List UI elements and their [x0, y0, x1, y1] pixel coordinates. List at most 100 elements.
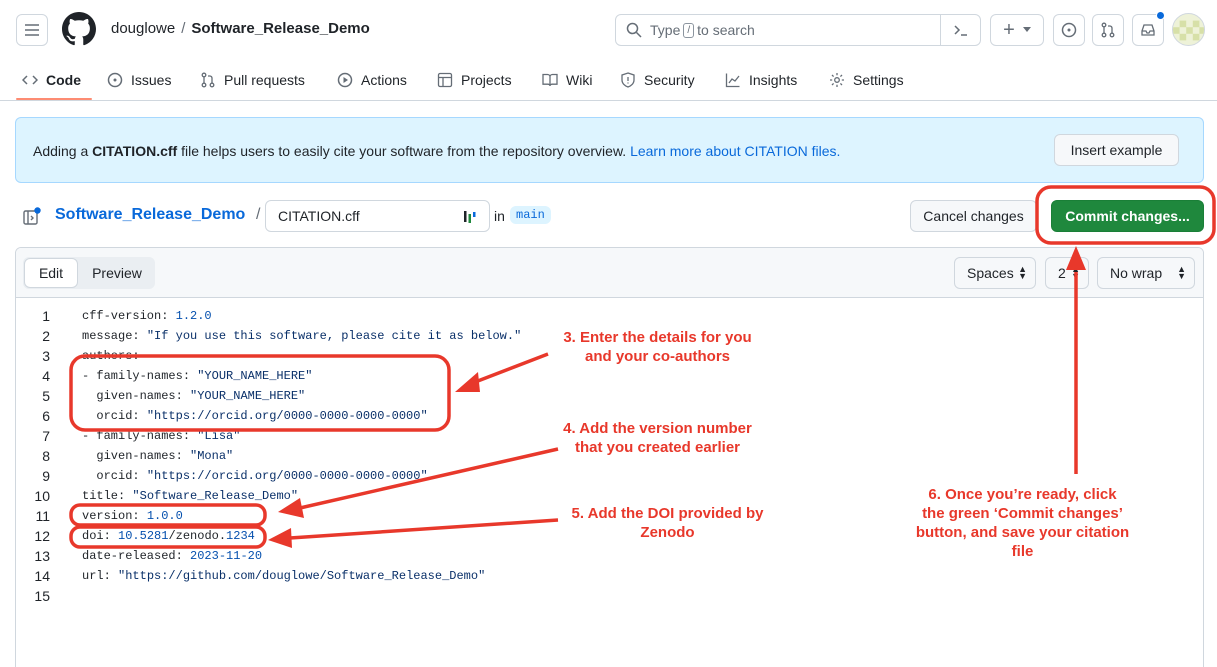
yaml-key: version:: [82, 509, 147, 523]
learn-more-link[interactable]: Learn more about CITATION files.: [630, 143, 840, 159]
create-new-button[interactable]: +: [990, 14, 1044, 46]
repo-name-link[interactable]: Software_Release_Demo: [191, 20, 369, 37]
tab-label: Security: [644, 72, 695, 88]
yaml-key: given-names:: [82, 449, 191, 463]
identicon-icon: [1173, 20, 1204, 41]
branch-in-label: in: [494, 208, 505, 224]
graph-icon: [725, 73, 740, 88]
edit-tab[interactable]: Edit: [24, 258, 78, 288]
tab-settings[interactable]: Settings: [829, 60, 904, 100]
github-logo-icon[interactable]: [62, 12, 96, 46]
annotation-line: and your co-authors: [584, 348, 730, 365]
repo-owner-link[interactable]: douglowe: [111, 20, 175, 37]
yaml-number: 1.0.0: [146, 509, 183, 523]
line-content: url: "https://github.com/douglowe/Softwa…: [82, 566, 485, 586]
wrap-mode-select[interactable]: No wrap ▲ ▼: [1097, 257, 1195, 289]
file-tree-toggle-icon[interactable]: [22, 206, 42, 226]
annotation-line: the green ‘Commit changes’: [922, 505, 1123, 522]
tab-label: Actions: [361, 72, 407, 88]
commit-changes-button[interactable]: Commit changes...: [1051, 200, 1204, 232]
code-line[interactable]: 15: [16, 586, 1203, 606]
shield-icon: [621, 72, 635, 88]
filename-input[interactable]: CITATION.cff: [265, 200, 490, 232]
yaml-number: 10.5281: [118, 529, 169, 543]
issues-button[interactable]: [1053, 14, 1085, 46]
repo-root-link[interactable]: Software_Release_Demo: [55, 206, 245, 224]
tab-label: Wiki: [566, 72, 593, 88]
tab-code[interactable]: Code: [22, 60, 81, 100]
banner-filename: CITATION.cff: [92, 143, 178, 159]
line-number: 7: [42, 428, 50, 444]
pull-request-icon: [201, 72, 215, 88]
avatar[interactable]: [1172, 13, 1205, 46]
line-number: 11: [35, 508, 50, 524]
path-separator: /: [256, 206, 261, 223]
annotation-line: 3. Enter the details for you: [563, 329, 752, 346]
yaml-key: - family-names:: [82, 369, 198, 383]
indent-mode-select[interactable]: Spaces ▲ ▼: [954, 257, 1036, 289]
tab-wiki[interactable]: Wiki: [542, 60, 592, 100]
yaml-key: date-released:: [82, 549, 191, 563]
code-line[interactable]: 4 - family-names: "YOUR_NAME_HERE": [16, 366, 1203, 386]
yaml-key: /zenodo.: [168, 529, 227, 543]
banner-suffix: file helps users to easily cite your sof…: [177, 143, 627, 159]
tab-label: Code: [46, 72, 81, 88]
annotation-step-3: 3. Enter the details for you and your co…: [520, 328, 795, 366]
cancel-changes-button[interactable]: Cancel changes: [910, 200, 1037, 232]
code-line[interactable]: 1 cff-version: 1.2.0: [16, 306, 1203, 326]
tab-actions[interactable]: Actions: [337, 60, 407, 100]
banner-message: Adding a CITATION.cff file helps users t…: [33, 143, 840, 159]
line-content: given-names: "YOUR_NAME_HERE": [82, 386, 305, 406]
line-number: 12: [34, 528, 50, 544]
tab-pull-requests[interactable]: Pull requests: [200, 60, 305, 100]
tab-projects[interactable]: Projects: [437, 60, 512, 100]
line-content: - family-names: "YOUR_NAME_HERE": [82, 366, 312, 386]
yaml-number: 2023-11-20: [190, 549, 263, 563]
menu-button[interactable]: [16, 14, 48, 46]
code-editor: Edit Preview Spaces ▲ ▼ 2 ▲ ▼ No wrap ▲ ▼ 1…: [15, 247, 1204, 667]
line-number: 8: [42, 448, 50, 464]
search-input[interactable]: Type / to search: [615, 14, 981, 46]
insert-example-button[interactable]: Insert example: [1054, 134, 1179, 166]
pull-requests-button[interactable]: [1092, 14, 1124, 46]
line-number: 5: [42, 388, 50, 404]
line-number: 13: [34, 548, 50, 564]
yaml-string: "Software_Release_Demo": [132, 489, 299, 503]
code-line[interactable]: 5 given-names: "YOUR_NAME_HERE": [16, 386, 1203, 406]
search-placeholder-suffix: to search: [697, 22, 755, 38]
annotation-line: that you created earlier: [574, 439, 741, 456]
yaml-string: "https://orcid.org/0000-0000-0000-0000": [146, 469, 428, 483]
select-caret-icon: ▲ ▼: [1177, 264, 1186, 281]
annotation-step-4: 4. Add the version number that you creat…: [520, 419, 795, 457]
inbox-icon: [1141, 24, 1155, 36]
yaml-string: "https://github.com/douglowe/Software_Re…: [118, 569, 486, 583]
indent-size-select[interactable]: 2 ▲ ▼: [1045, 257, 1089, 289]
code-line[interactable]: 14 url: "https://github.com/douglowe/Soft…: [16, 566, 1203, 586]
yaml-key: title:: [82, 489, 133, 503]
tab-issues[interactable]: Issues: [107, 60, 171, 100]
line-content: title: "Software_Release_Demo": [82, 486, 298, 506]
path-separator: /: [181, 20, 186, 37]
line-number: 15: [34, 588, 50, 604]
gear-icon: [830, 73, 844, 87]
line-content: orcid: "https://orcid.org/0000-0000-0000…: [82, 466, 428, 486]
yaml-string: "If you use this software, please cite i…: [146, 329, 522, 343]
hamburger-icon: [25, 24, 39, 36]
branch-name[interactable]: main: [510, 206, 551, 224]
indent-mode-value: Spaces: [967, 265, 1014, 281]
line-content: message: "If you use this software, plea…: [82, 326, 521, 346]
yaml-key: message:: [82, 329, 147, 343]
annotation-line: file: [1011, 543, 1034, 560]
tab-security[interactable]: Security: [620, 60, 695, 100]
yaml-string: "YOUR_NAME_HERE": [197, 369, 313, 383]
line-content: authors:: [82, 346, 140, 366]
search-placeholder-prefix: Type: [650, 22, 681, 38]
file-path-row: Software_Release_Demo / CITATION.cff in …: [0, 196, 1217, 236]
preview-tab[interactable]: Preview: [81, 258, 153, 288]
command-palette-button[interactable]: [940, 15, 980, 45]
issue-opened-icon: [1061, 22, 1077, 38]
line-number: 6: [42, 408, 50, 424]
code-line[interactable]: 9 orcid: "https://orcid.org/0000-0000-00…: [16, 466, 1203, 486]
select-caret-icon: ▲ ▼: [1018, 264, 1027, 281]
tab-insights[interactable]: Insights: [725, 60, 797, 100]
